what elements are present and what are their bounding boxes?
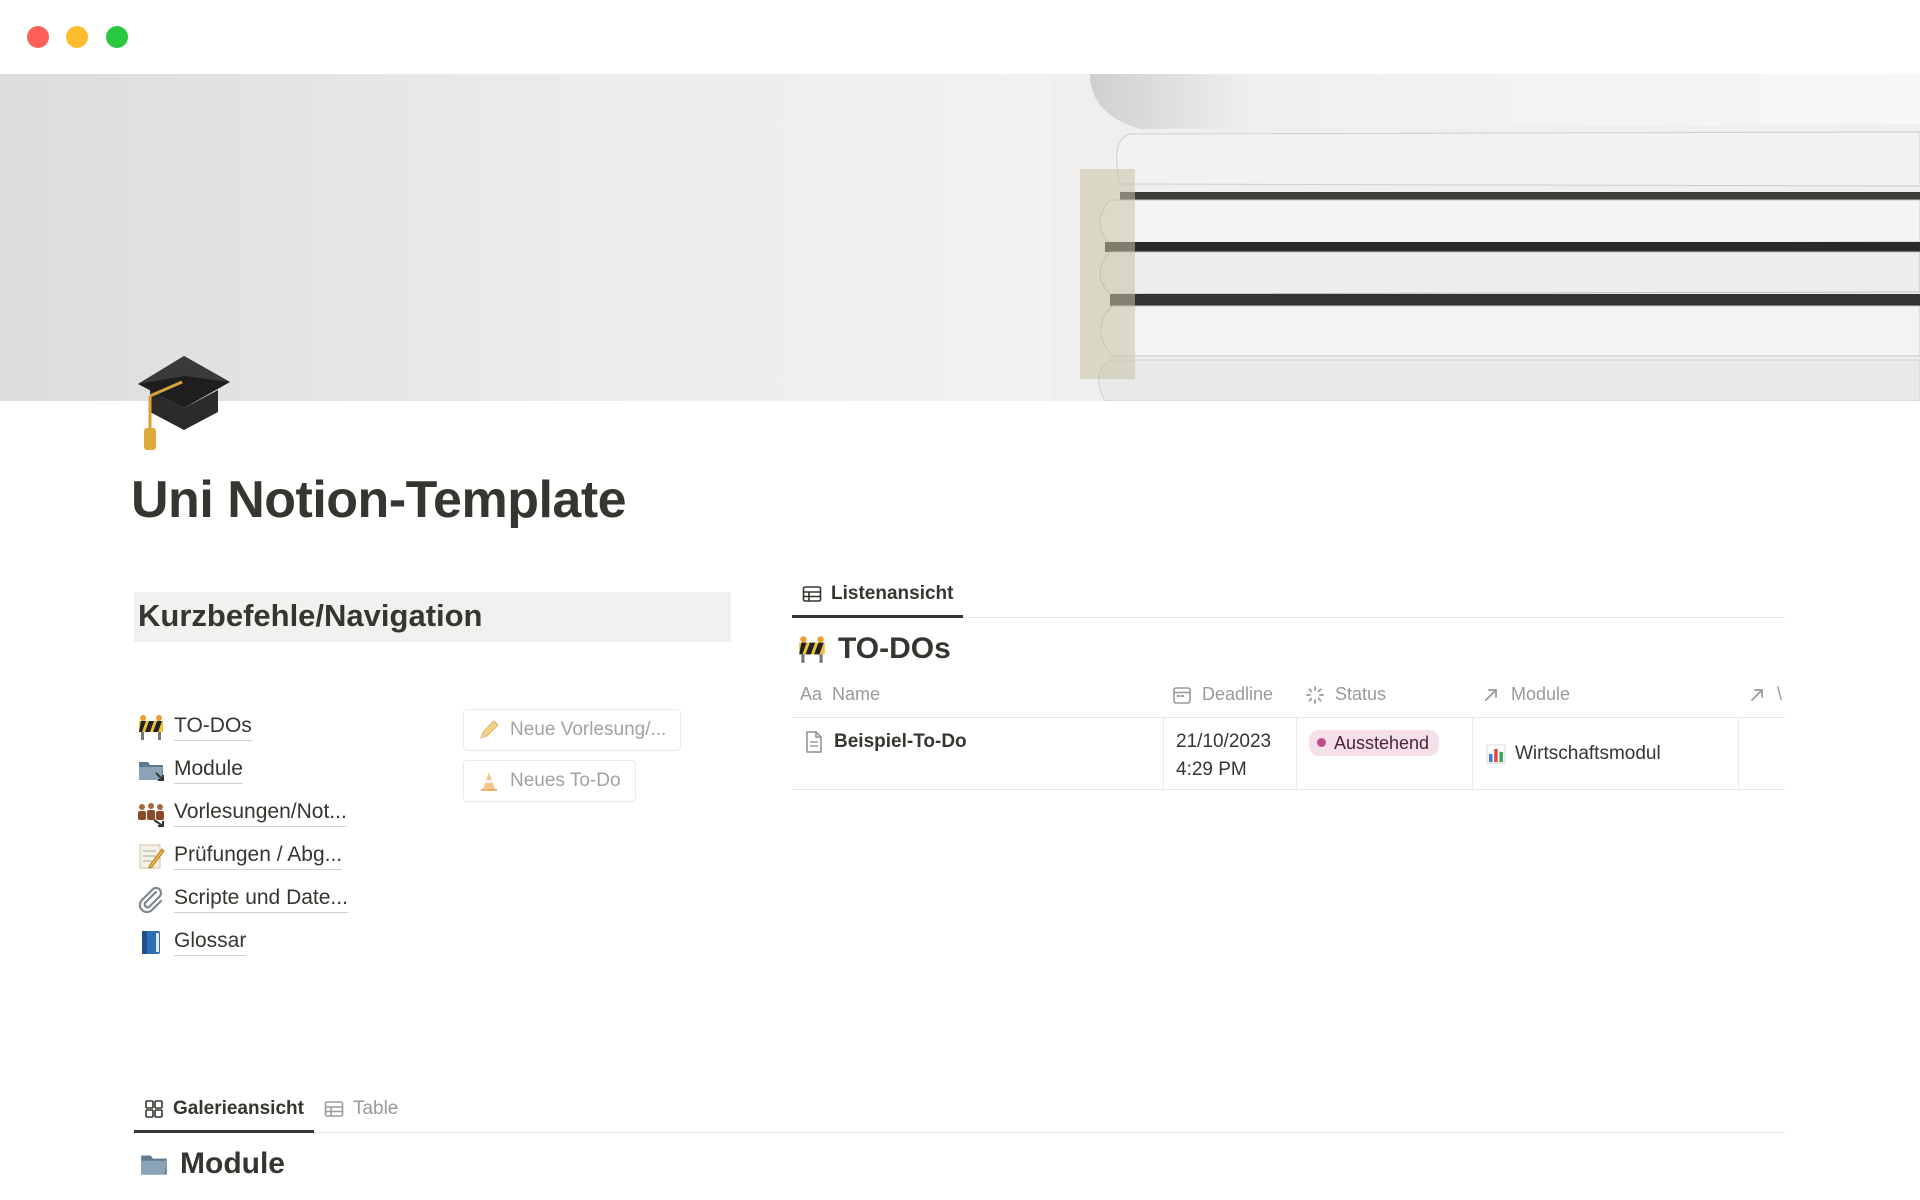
tab-label: Table — [352, 1098, 399, 1119]
cell-deadline[interactable]: 21/10/2023 4:29 PM — [1164, 718, 1297, 789]
new-todo-button[interactable]: Neues To-Do — [463, 760, 636, 802]
column-header-truncated[interactable]: \ — [1739, 672, 1785, 717]
status-badge: Ausstehend — [1309, 729, 1440, 756]
deadline-date: 21/10/2023 — [1176, 731, 1272, 752]
column-header-label: Deadline — [1202, 684, 1274, 704]
book-icon — [142, 930, 160, 954]
deadline-time: 4:29 PM — [1176, 759, 1247, 780]
nav-link-glossar[interactable]: Glossar — [136, 920, 348, 963]
modules-view-tabs: Galerieansicht Table — [134, 1087, 1785, 1133]
nav-link-todos[interactable]: TO-DOs — [136, 705, 348, 748]
binders-cover-picture — [1050, 74, 1920, 401]
column-header-label: Module — [1511, 684, 1571, 704]
cell-empty[interactable] — [1739, 718, 1785, 789]
people-icon — [138, 802, 164, 827]
shortcut-link-list: TO-DOs Module Vorlesungen/Not... Prüfung… — [136, 705, 348, 963]
minimize-window-button[interactable] — [66, 26, 88, 48]
table-header-row: Aa Name Deadline Status Module \ — [792, 672, 1785, 718]
window-titlebar — [0, 0, 1920, 74]
row-title: Beispiel-To-Do — [834, 731, 967, 752]
cell-name[interactable]: Beispiel-To-Do — [792, 718, 1164, 789]
column-header-module[interactable]: Module — [1473, 672, 1739, 717]
status-label: Ausstehend — [1334, 732, 1430, 753]
status-dot — [1317, 738, 1326, 747]
relation-arrow-icon — [1751, 688, 1763, 701]
nav-link-module[interactable]: Module — [136, 748, 348, 791]
nav-link-label: Scripte und Date... — [174, 885, 348, 913]
folder-icon — [141, 1155, 167, 1175]
column-header-deadline[interactable]: Deadline — [1164, 672, 1297, 717]
construction-icon — [139, 714, 163, 740]
nav-link-pruefungen[interactable]: Prüfungen / Abg... — [136, 834, 348, 877]
column-header-status[interactable]: Status — [1297, 672, 1473, 717]
new-lecture-button[interactable]: Neue Vorlesung/... — [463, 709, 682, 751]
tab-table[interactable]: Table — [314, 1086, 408, 1132]
status-icon — [1306, 685, 1324, 704]
paperclip-icon — [138, 886, 163, 913]
nav-link-vorlesungen[interactable]: Vorlesungen/Not... — [136, 791, 348, 834]
modules-database-title[interactable]: Module — [138, 1147, 285, 1181]
module-link: Wirtschaftsmodul — [1515, 742, 1661, 764]
cell-status[interactable]: Ausstehend — [1297, 718, 1473, 789]
nav-link-label: Glossar — [174, 928, 247, 956]
nav-link-label: Vorlesungen/Not... — [174, 799, 347, 827]
nav-link-label: Module — [174, 756, 243, 784]
database-title-text: TO-DOs — [838, 632, 951, 665]
nav-link-label: Prüfungen / Abg... — [174, 842, 343, 870]
new-todo-button-label: Neues To-Do — [510, 770, 621, 791]
column-header-label: Name — [832, 684, 881, 704]
gallery-icon — [145, 1100, 163, 1118]
new-lecture-button-label: Neue Vorlesung/... — [510, 719, 667, 740]
tab-galerieansicht[interactable]: Galerieansicht — [134, 1086, 314, 1133]
nav-link-label: TO-DOs — [174, 713, 252, 741]
todos-database-title[interactable]: TO-DOs — [796, 632, 951, 666]
text-property-icon: Aa — [800, 684, 823, 704]
page-title[interactable]: Uni Notion-Template — [131, 470, 627, 530]
database-title-text: Module — [180, 1147, 285, 1180]
shortcuts-heading: Kurzbefehle/Navigation — [134, 592, 731, 642]
pencil-icon — [480, 720, 499, 739]
table-row[interactable]: Beispiel-To-Do 21/10/2023 4:29 PM Ausste… — [792, 718, 1785, 790]
construction-icon — [799, 636, 825, 663]
page-cover-image — [0, 74, 1920, 401]
page-icon — [806, 731, 822, 753]
graduation-cap-icon[interactable] — [130, 346, 238, 454]
tab-listenansicht[interactable]: Listenansicht — [792, 571, 964, 618]
memo-icon — [139, 844, 165, 869]
column-header-label: Status — [1335, 684, 1387, 704]
nav-link-scripte[interactable]: Scripte und Date... — [136, 877, 348, 920]
table-icon — [324, 1101, 344, 1117]
column-header-name[interactable]: Aa Name — [792, 672, 1164, 717]
tab-label: Galerieansicht — [173, 1098, 304, 1119]
column-header-label: \ — [1777, 684, 1783, 704]
maximize-window-button[interactable] — [106, 26, 128, 48]
table-icon — [802, 586, 822, 602]
cell-module[interactable]: Wirtschaftsmodul — [1473, 718, 1739, 789]
close-window-button[interactable] — [27, 26, 49, 48]
calendar-icon — [1173, 686, 1191, 704]
bar-chart-icon — [1486, 744, 1506, 763]
folder-icon — [139, 761, 164, 781]
relation-arrow-icon — [1485, 688, 1497, 701]
tab-label: Listenansicht — [831, 583, 954, 604]
traffic-cone-icon — [481, 772, 497, 791]
todos-view-tabs: Listenansicht — [792, 572, 1785, 618]
todos-table: Aa Name Deadline Status Module \ Beispie… — [792, 672, 1785, 790]
